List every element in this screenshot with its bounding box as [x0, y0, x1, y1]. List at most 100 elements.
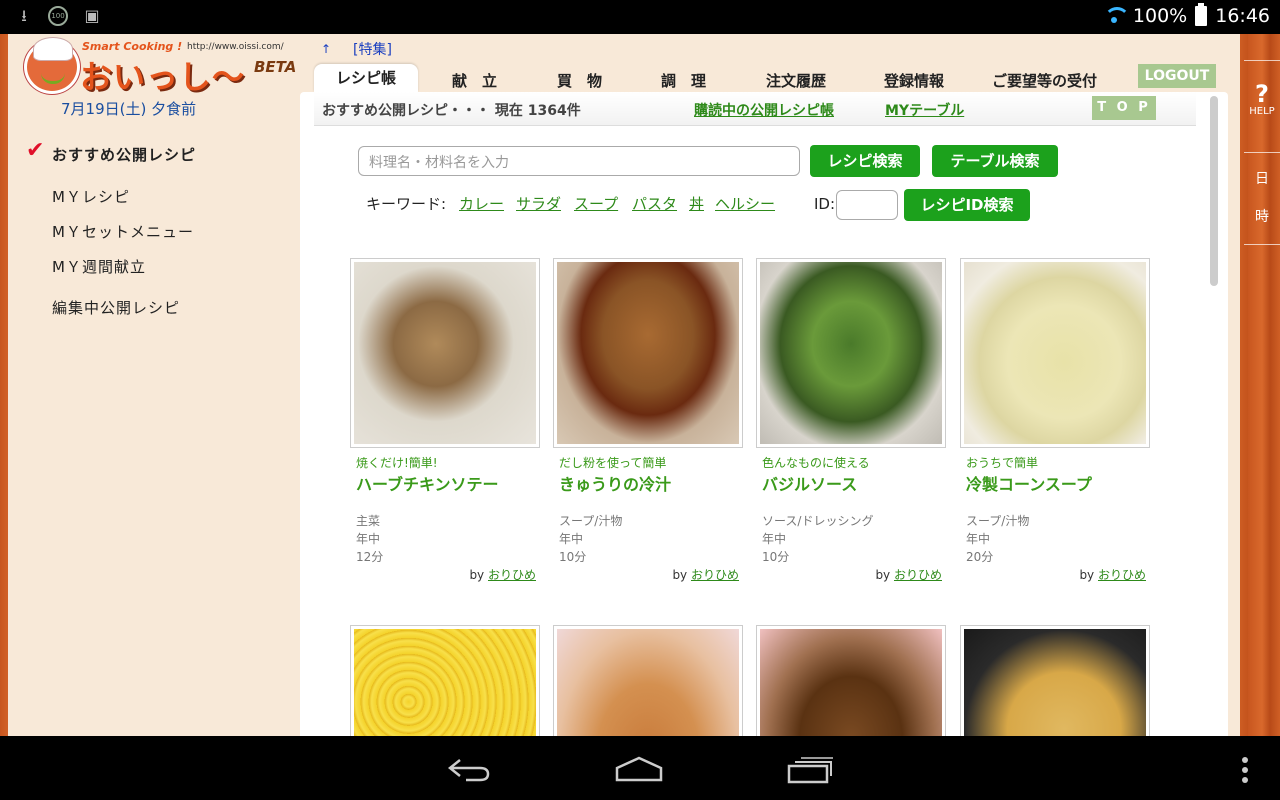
table-search-button[interactable]: テーブル検索: [932, 145, 1058, 177]
keyword-soup[interactable]: スープ: [574, 193, 618, 214]
recipe-photo[interactable]: [350, 625, 540, 736]
author-link[interactable]: おりひめ: [894, 568, 942, 582]
recipe-count: おすすめ公開レシピ・・・ 現在 1364件: [322, 103, 581, 119]
my-table-link[interactable]: MYテーブル: [885, 100, 964, 120]
tab-requests[interactable]: ご要望等の受付: [992, 70, 1097, 91]
recipe-name[interactable]: ハーブチキンソテー: [356, 471, 499, 495]
author-link[interactable]: おりひめ: [488, 568, 536, 582]
home-icon: [615, 756, 663, 782]
recipe-time: 10分: [762, 550, 790, 564]
keyword-donburi[interactable]: 丼: [689, 193, 704, 214]
recipe-author: by おりひめ: [875, 568, 942, 582]
recipe-season: 年中: [966, 532, 991, 546]
side-menu-char-time[interactable]: 時: [1244, 206, 1280, 226]
battery-icon: [1195, 3, 1208, 26]
recipe-category: ソース/ドレッシング: [762, 514, 874, 528]
app-page: Smart Cooking ! http://www.oissi.com/ おい…: [8, 34, 1240, 736]
recipe-photo[interactable]: [350, 258, 540, 448]
battery-percent: 100%: [1132, 5, 1188, 27]
main-tabs: レシピ帳 献 立 買 物 調 理 注文履歴 登録情報 ご要望等の受付 LOGOU…: [308, 62, 1228, 92]
recipe-id-search-button[interactable]: レシピID検索: [904, 189, 1030, 221]
recipe-season: 年中: [762, 532, 787, 546]
recipe-subtitle: だし粉を使って簡単: [559, 456, 667, 470]
date-label: 7月19日(土) 夕食前: [61, 100, 197, 118]
recipe-category: スープ/汁物: [559, 514, 623, 528]
help-icon: ?: [1255, 80, 1269, 108]
recipe-season: 年中: [559, 532, 584, 546]
sidebar-item-recommended[interactable]: おすすめ公開レシピ: [52, 144, 196, 165]
top-button[interactable]: T O P: [1092, 96, 1156, 120]
android-nav-bar: [0, 736, 1280, 800]
help-button[interactable]: ? HELP: [1244, 82, 1280, 117]
sidebar-item-my-set-menu[interactable]: MＹセットメニュー: [52, 221, 194, 242]
recipe-author: by おりひめ: [469, 568, 536, 582]
logo-url: http://www.oissi.com/: [187, 42, 284, 52]
chef-mascot-icon: [24, 37, 80, 94]
help-label: HELP: [1249, 106, 1275, 117]
subscribed-recipes-link[interactable]: 購読中の公開レシピ帳: [694, 100, 834, 120]
more-vert-icon: [1242, 757, 1248, 783]
recipe-author: by おりひめ: [672, 568, 739, 582]
home-button[interactable]: [614, 756, 664, 782]
recipe-photo[interactable]: [553, 258, 743, 448]
recipe-name[interactable]: 冷製コーンスープ: [966, 471, 1092, 495]
recipe-id-input[interactable]: [836, 190, 898, 220]
checkmark-icon: ✔: [26, 138, 45, 163]
recipe-time: 10分: [559, 550, 587, 564]
app-logo[interactable]: Smart Cooking ! http://www.oissi.com/ おい…: [22, 37, 312, 96]
recipe-photo[interactable]: [553, 625, 743, 736]
recipe-photo[interactable]: [756, 625, 946, 736]
author-link[interactable]: おりひめ: [1098, 568, 1146, 582]
side-menu-char-day[interactable]: 日: [1244, 168, 1280, 188]
clock: 16:46: [1215, 5, 1270, 27]
recent-apps-button[interactable]: [786, 756, 834, 784]
sidebar-item-editing-recipes[interactable]: 編集中公開レシピ: [52, 297, 180, 318]
author-link[interactable]: おりひめ: [691, 568, 739, 582]
recipe-name[interactable]: バジルソース: [762, 471, 857, 495]
sidebar-item-my-recipes[interactable]: MＹレシピ: [52, 186, 130, 207]
tab-menu[interactable]: 献 立: [452, 70, 497, 91]
briefcase-icon: ▣: [84, 6, 100, 25]
wifi-icon: [1103, 7, 1130, 25]
recipe-category: 主菜: [356, 514, 381, 528]
tab-shopping[interactable]: 買 物: [557, 70, 602, 91]
sub-header: おすすめ公開レシピ・・・ 現在 1364件 購読中の公開レシピ帳 MYテーブル …: [314, 92, 1196, 126]
tab-registration[interactable]: 登録情報: [884, 70, 944, 91]
recipe-photo[interactable]: [756, 258, 946, 448]
android-status-bar: ⭳ 100 ▣ 100% 16:46: [0, 0, 1280, 34]
keyword-label: キーワード:: [366, 195, 447, 213]
logo-name: おいっし〜: [80, 58, 246, 96]
recipe-category: スープ/汁物: [966, 514, 1030, 528]
keyword-healthy[interactable]: ヘルシー: [715, 193, 775, 214]
recipe-subtitle: 色んなものに使える: [762, 456, 870, 470]
recipe-search-button[interactable]: レシピ検索: [810, 145, 920, 177]
keyword-curry[interactable]: カレー: [459, 193, 504, 214]
overflow-menu-button[interactable]: [1236, 756, 1254, 784]
back-button[interactable]: [446, 756, 492, 782]
id-label: ID:: [814, 195, 836, 213]
tab-cooking[interactable]: 調 理: [661, 70, 706, 91]
battery-saver-icon: 100: [48, 6, 68, 26]
recipe-photo[interactable]: [960, 625, 1150, 736]
recipe-time: 12分: [356, 550, 384, 564]
up-link[interactable]: ↑: [321, 42, 331, 56]
sidebar-item-my-weekly-menu[interactable]: MＹ週間献立: [52, 256, 146, 277]
recipe-name[interactable]: きゅうりの冷汁: [559, 471, 671, 495]
logout-button[interactable]: LOGOUT: [1138, 64, 1216, 88]
tab-order-history[interactable]: 注文履歴: [766, 70, 826, 91]
feature-link[interactable]: [特集]: [353, 39, 392, 59]
right-side-menu: ? HELP 日 時: [1244, 34, 1280, 736]
recipe-time: 20分: [966, 550, 994, 564]
keyword-pasta[interactable]: パスタ: [632, 193, 677, 214]
logo-beta: BETA: [254, 58, 297, 76]
recipe-subtitle: おうちで簡単: [966, 456, 1039, 470]
back-icon: [447, 759, 490, 782]
recipe-author: by おりひめ: [1079, 568, 1146, 582]
recipe-season: 年中: [356, 532, 381, 546]
main-panel: おすすめ公開レシピ・・・ 現在 1364件 購読中の公開レシピ帳 MYテーブル …: [300, 92, 1228, 736]
scrollbar[interactable]: [1210, 96, 1218, 286]
recipe-photo[interactable]: [960, 258, 1150, 448]
keyword-salad[interactable]: サラダ: [516, 193, 561, 214]
tab-recipe-book[interactable]: レシピ帳: [314, 64, 418, 92]
search-input[interactable]: 料理名・材料名を入力: [358, 146, 800, 176]
